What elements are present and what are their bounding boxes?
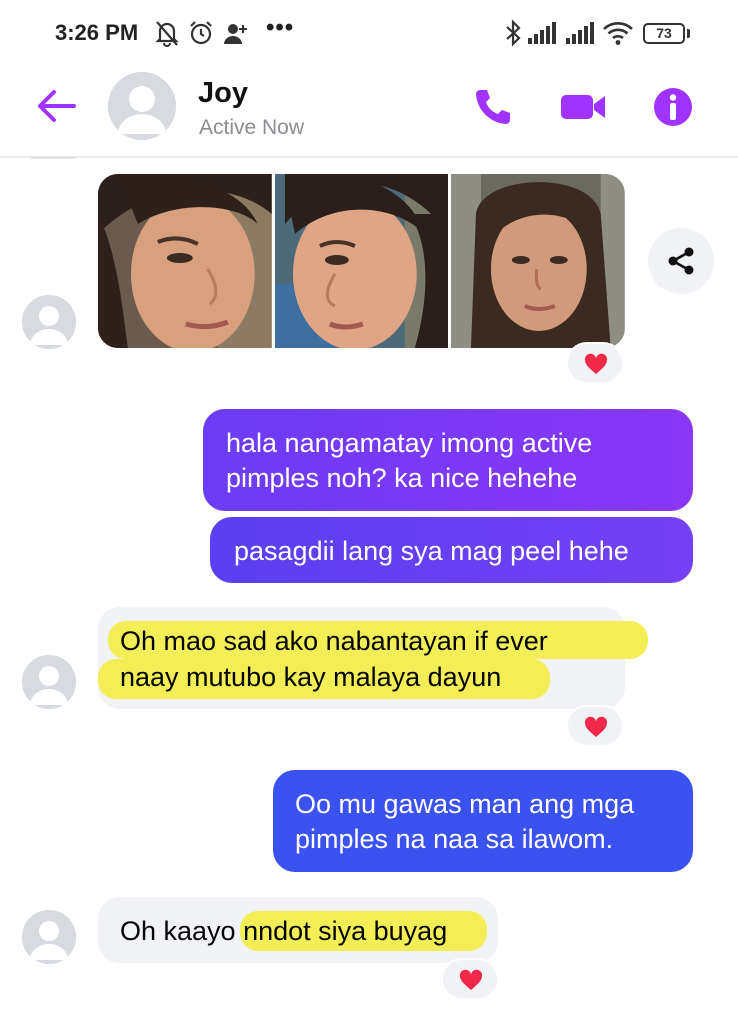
incoming-message[interactable]: Oh kaayo nndot siya buyag (98, 897, 498, 963)
signal-icon (526, 18, 558, 48)
video-camera-icon[interactable] (558, 84, 608, 130)
message-line: Oh mao sad ako nabantayan if ever (120, 626, 548, 656)
share-button[interactable] (648, 228, 714, 294)
avatar[interactable] (22, 295, 76, 349)
previous-message-edge (30, 156, 76, 159)
status-time: 3:26 PM (55, 20, 139, 45)
mute-bell-icon (154, 18, 180, 48)
message-line: naay mutubo kay malaya dayun (120, 662, 502, 692)
more-notifications: ••• (266, 14, 295, 41)
wifi-icon (602, 18, 634, 48)
message-line: Oh kaayo nndot siya buyag (120, 916, 448, 946)
contact-name[interactable]: Joy (198, 77, 248, 110)
message-line: pimples noh? ka nice hehehe (226, 463, 578, 493)
avatar[interactable] (108, 72, 176, 140)
avatar[interactable] (22, 655, 76, 709)
outgoing-message[interactable]: pasagdii lang sya mag peel hehe (210, 517, 693, 583)
bluetooth-icon (500, 18, 526, 48)
incoming-message[interactable]: Oh mao sad ako nabantayan if ever naay m… (98, 607, 648, 709)
message-line: Oo mu gawas man ang mga (295, 789, 635, 819)
status-bar: 3:26 PM ••• 73 (0, 0, 738, 62)
heart-reaction[interactable] (566, 342, 624, 384)
heart-icon (584, 716, 608, 737)
add-user-icon (222, 18, 248, 48)
avatar[interactable] (22, 910, 76, 964)
alarm-icon (188, 18, 214, 48)
heart-reaction[interactable] (566, 705, 624, 747)
battery-tip (687, 29, 690, 38)
heart-reaction[interactable] (441, 958, 499, 1000)
heart-icon (459, 969, 483, 990)
outgoing-message[interactable]: hala nangamatay imong active pimples noh… (203, 409, 693, 511)
info-icon[interactable] (650, 84, 696, 130)
photo-1[interactable] (98, 174, 272, 348)
active-status: Active Now (199, 116, 305, 139)
photo-attachment-group[interactable] (98, 174, 625, 348)
heart-icon (584, 353, 608, 374)
phone-icon[interactable] (470, 84, 516, 130)
outgoing-message[interactable]: Oo mu gawas man ang mga pimples na naa s… (273, 770, 693, 872)
message-line: pasagdii lang sya mag peel hehe (234, 536, 629, 566)
message-line: pimples na naa sa ilawom. (295, 824, 614, 854)
battery-icon: 73 (643, 23, 685, 44)
photo-2[interactable] (274, 174, 449, 348)
chat-header: Joy Active Now (0, 62, 738, 158)
signal-icon (564, 18, 596, 48)
share-icon (668, 247, 694, 275)
photo-3[interactable] (451, 174, 625, 348)
message-line: hala nangamatay imong active (226, 428, 593, 458)
back-arrow-icon[interactable] (34, 86, 78, 126)
